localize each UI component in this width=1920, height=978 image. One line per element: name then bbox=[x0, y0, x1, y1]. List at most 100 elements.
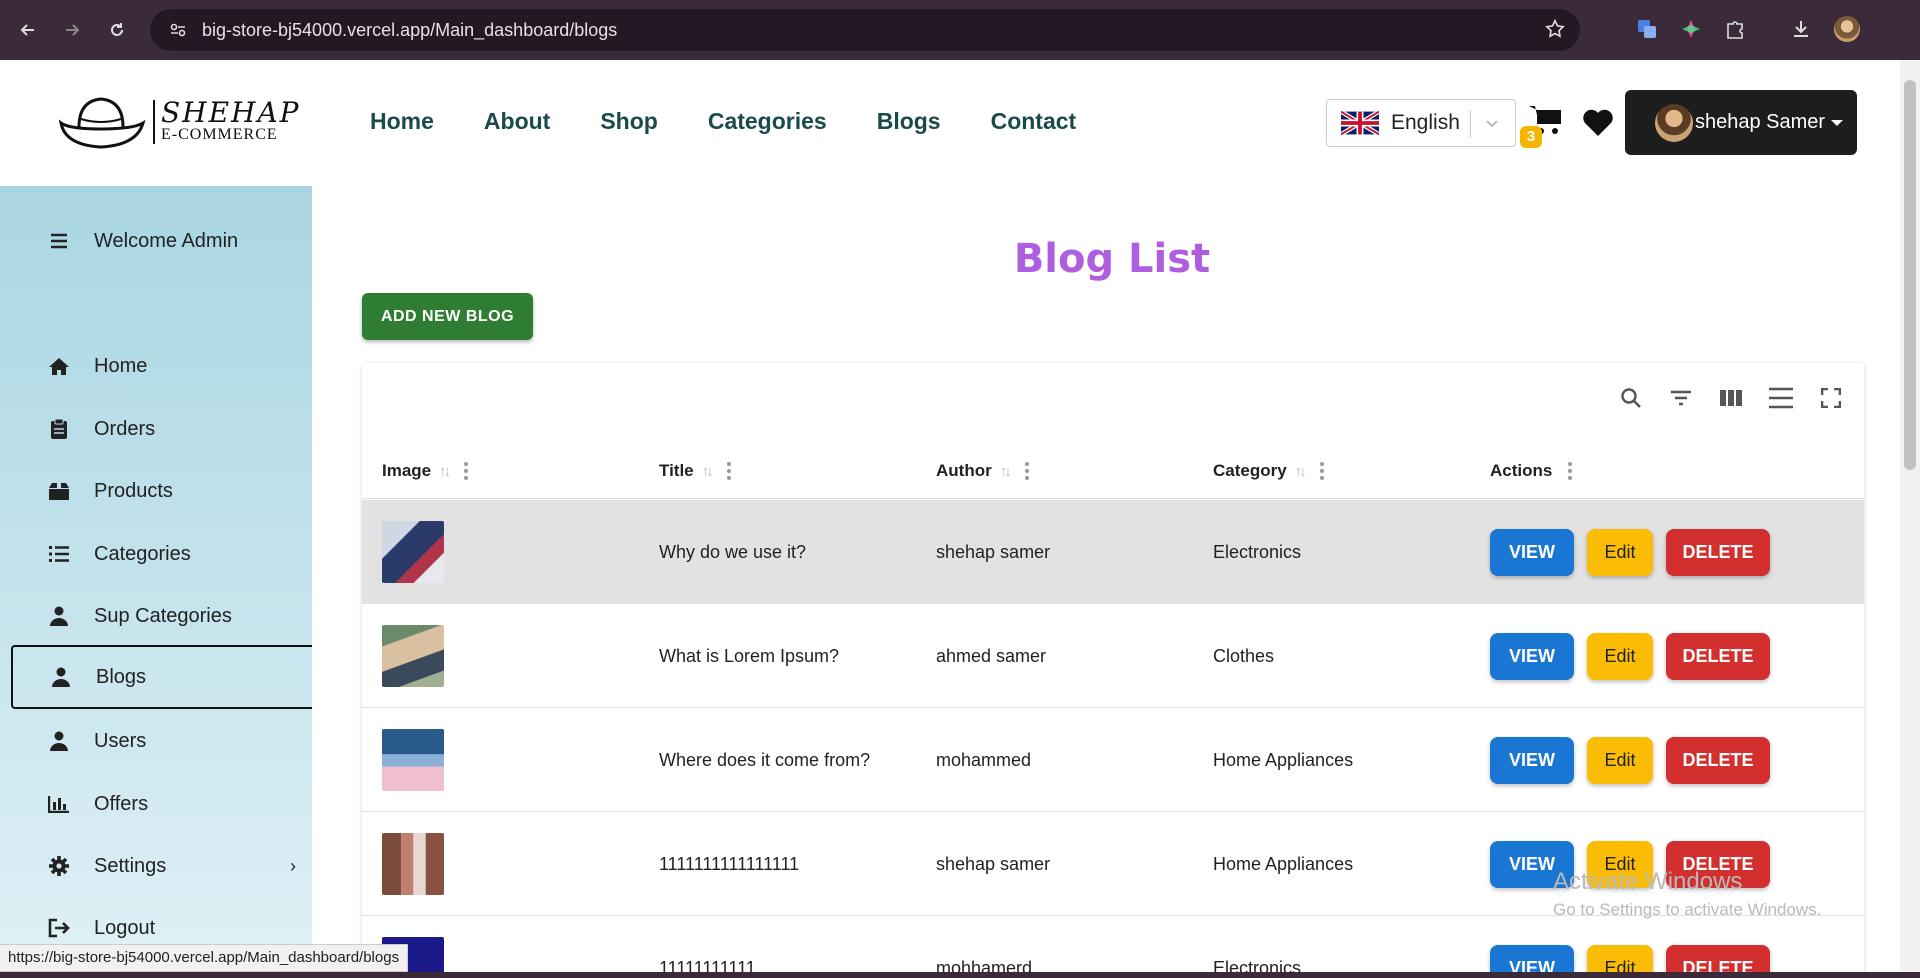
sidebar-item-label: Products bbox=[94, 479, 173, 502]
chevron-down-icon bbox=[1486, 120, 1498, 128]
sidebar-item-users[interactable]: Users bbox=[0, 709, 312, 773]
sort-icon[interactable]: ↑↓ bbox=[1295, 463, 1307, 480]
link-status-bar: https://big-store-bj54000.vercel.app/Mai… bbox=[0, 944, 409, 972]
admin-sidebar: Welcome Admin Home Orders Products Categ… bbox=[0, 186, 312, 978]
sidebar-item-home[interactable]: Home bbox=[0, 334, 312, 398]
column-header-actions[interactable]: Actions bbox=[1490, 443, 1573, 499]
site-settings-icon[interactable] bbox=[160, 20, 196, 40]
forward-icon[interactable] bbox=[50, 8, 94, 52]
download-icon[interactable] bbox=[1786, 14, 1816, 44]
blog-title: Why do we use it? bbox=[659, 541, 807, 562]
view-button[interactable]: VIEW bbox=[1490, 528, 1574, 576]
extensions-puzzle-icon[interactable] bbox=[1720, 14, 1750, 44]
sidebar-toggle[interactable]: Welcome Admin bbox=[0, 209, 312, 273]
sidebar-item-offers[interactable]: Offers bbox=[0, 772, 312, 836]
sidebar-item-sup-categories[interactable]: Sup Categories bbox=[0, 584, 312, 648]
view-button[interactable]: VIEW bbox=[1490, 736, 1574, 784]
column-header-category[interactable]: Category ↑↓ bbox=[1213, 443, 1324, 499]
nav-about[interactable]: About bbox=[484, 108, 550, 135]
language-select[interactable]: English bbox=[1326, 99, 1516, 147]
menu-icon[interactable] bbox=[48, 230, 70, 252]
home-icon bbox=[48, 355, 70, 377]
blog-category: Electronics bbox=[1213, 541, 1302, 562]
edit-button[interactable]: Edit bbox=[1587, 528, 1653, 576]
columns-icon[interactable] bbox=[1718, 385, 1744, 411]
user-icon bbox=[48, 730, 70, 752]
site-logo[interactable]: SHEHAP E-COMMERCE bbox=[55, 93, 301, 151]
edit-button[interactable]: Edit bbox=[1587, 632, 1653, 680]
column-header-author[interactable]: Author ↑↓ bbox=[936, 443, 1029, 499]
delete-button[interactable]: DELETE bbox=[1666, 528, 1770, 576]
user-menu-button[interactable]: shehap Samer bbox=[1625, 90, 1857, 155]
sort-icon[interactable]: ↑↓ bbox=[1000, 463, 1012, 480]
blog-thumbnail bbox=[382, 833, 444, 895]
nav-shop[interactable]: Shop bbox=[600, 108, 658, 135]
blog-title: Where does it come from? bbox=[659, 749, 871, 770]
filter-icon[interactable] bbox=[1668, 385, 1694, 411]
delete-button[interactable]: DELETE bbox=[1666, 736, 1770, 784]
translate-extension-icon[interactable] bbox=[1632, 14, 1662, 44]
back-icon[interactable] bbox=[6, 8, 50, 52]
sidebar-item-label: Blogs bbox=[96, 665, 147, 688]
blog-category: Clothes bbox=[1213, 645, 1275, 666]
sidebar-item-blogs[interactable]: Blogs bbox=[11, 645, 312, 709]
column-menu-icon[interactable] bbox=[464, 462, 469, 480]
nav-home[interactable]: Home bbox=[370, 108, 434, 135]
cart-count-badge: 3 bbox=[1520, 126, 1542, 148]
gear-icon bbox=[48, 855, 70, 877]
blog-thumbnail bbox=[382, 625, 444, 687]
table-row[interactable]: Where does it come from? mohammed Home A… bbox=[362, 708, 1864, 812]
table-header: Image ↑↓ Title ↑↓ Author ↑↓ Category ↑↓ … bbox=[362, 443, 1864, 499]
delete-button[interactable]: DELETE bbox=[1666, 632, 1770, 680]
add-new-blog-button[interactable]: ADD NEW BLOG bbox=[362, 293, 533, 340]
color-extension-icon[interactable] bbox=[1676, 14, 1706, 44]
nav-contact[interactable]: Contact bbox=[991, 108, 1077, 135]
browser-profile-avatar[interactable] bbox=[1832, 14, 1862, 44]
reload-icon[interactable] bbox=[95, 8, 139, 52]
blog-author: mohammed bbox=[936, 749, 1032, 770]
url-text[interactable]: big-store-bj54000.vercel.app/Main_dashbo… bbox=[202, 20, 617, 41]
address-bar[interactable]: big-store-bj54000.vercel.app/Main_dashbo… bbox=[150, 9, 1580, 51]
bottom-strip bbox=[0, 972, 1920, 978]
column-header-title[interactable]: Title ↑↓ bbox=[659, 443, 731, 499]
page-scrollbar[interactable] bbox=[1900, 60, 1920, 978]
heart-icon[interactable] bbox=[1582, 108, 1614, 138]
sidebar-item-label: Categories bbox=[94, 542, 191, 565]
blog-title: What is Lorem Ipsum? bbox=[659, 645, 840, 666]
column-header-image[interactable]: Image ↑↓ bbox=[382, 443, 469, 499]
view-button[interactable]: VIEW bbox=[1490, 632, 1574, 680]
column-label: Author bbox=[936, 461, 992, 480]
windows-activation-watermark: Activate Windows Go to Settings to activ… bbox=[1553, 868, 1821, 920]
search-icon[interactable] bbox=[1618, 385, 1644, 411]
sidebar-item-categories[interactable]: Categories bbox=[0, 522, 312, 586]
sort-icon[interactable]: ↑↓ bbox=[439, 463, 451, 480]
density-icon[interactable] bbox=[1768, 385, 1794, 411]
scrollbar-thumb[interactable] bbox=[1904, 80, 1916, 470]
blog-author: shehap samer bbox=[936, 541, 1051, 562]
chevron-right-icon: › bbox=[290, 855, 296, 876]
column-label: Title bbox=[659, 461, 694, 480]
sidebar-item-products[interactable]: Products bbox=[0, 459, 312, 523]
blog-author: ahmed samer bbox=[936, 645, 1047, 666]
column-menu-icon[interactable] bbox=[726, 462, 731, 480]
language-label: English bbox=[1391, 111, 1460, 134]
edit-button[interactable]: Edit bbox=[1587, 736, 1653, 784]
sort-icon[interactable]: ↑↓ bbox=[702, 463, 714, 480]
fullscreen-icon[interactable] bbox=[1818, 385, 1844, 411]
table-row[interactable]: 11111111111 mohhamerd Electronics VIEW E… bbox=[362, 916, 1864, 978]
blog-title: 11111111111 bbox=[659, 957, 756, 978]
sidebar-item-orders[interactable]: Orders bbox=[0, 397, 312, 461]
column-menu-icon[interactable] bbox=[1319, 462, 1324, 480]
blog-category: Home Appliances bbox=[1213, 853, 1354, 874]
nav-blogs[interactable]: Blogs bbox=[877, 108, 941, 135]
caret-down-icon bbox=[1831, 119, 1844, 126]
column-label: Actions bbox=[1490, 461, 1553, 480]
table-row[interactable]: What is Lorem Ipsum? ahmed samer Clothes… bbox=[362, 604, 1864, 708]
sidebar-item-settings[interactable]: Settings › bbox=[0, 834, 312, 898]
column-menu-icon[interactable] bbox=[1024, 462, 1029, 480]
table-row[interactable]: Why do we use it? shehap samer Electroni… bbox=[362, 500, 1864, 604]
bookmark-star-icon[interactable] bbox=[1544, 18, 1566, 45]
blog-category: Electronics bbox=[1213, 957, 1302, 978]
column-menu-icon[interactable] bbox=[1568, 462, 1573, 480]
nav-categories[interactable]: Categories bbox=[708, 108, 827, 135]
